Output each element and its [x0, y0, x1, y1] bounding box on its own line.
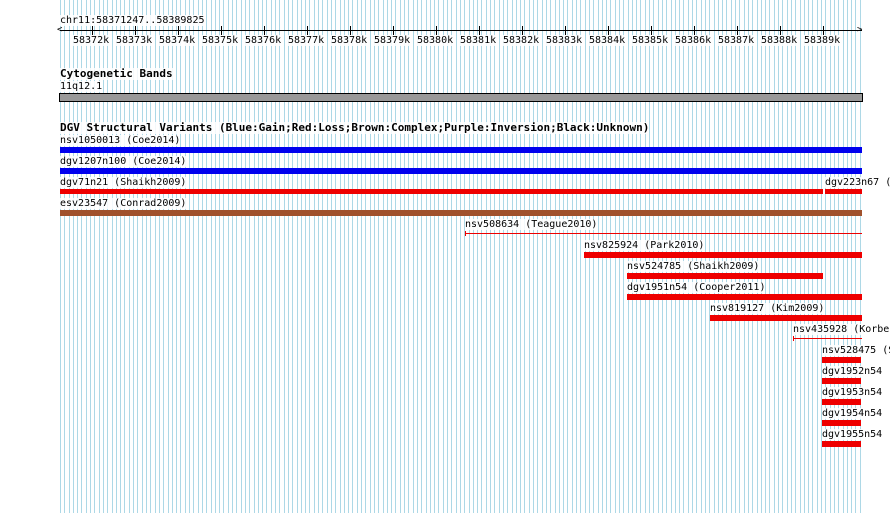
loss-variant-bar[interactable] — [627, 273, 823, 279]
gain-variant-bar[interactable] — [60, 168, 862, 174]
complex-variant-bar[interactable] — [60, 210, 862, 216]
ruler-tick-label: 58372k — [73, 35, 110, 46]
feature-label[interactable]: nsv524785 (Shaikh2009) — [627, 261, 760, 272]
ruler-tick-label: 58387k — [718, 35, 755, 46]
ruler-tick-label: 58384k — [589, 35, 626, 46]
ruler-tick-mark — [694, 26, 695, 35]
ruler-tick-label: 58389k — [804, 35, 841, 46]
ruler-tick-label: 58386k — [675, 35, 712, 46]
loss-variant-bar[interactable] — [710, 315, 862, 321]
dgv-track-title: DGV Structural Variants (Blue:Gain;Red:L… — [60, 121, 650, 134]
feature-label[interactable]: dgv1954n54 ( — [822, 408, 890, 419]
ruler-line — [60, 30, 862, 31]
ruler-tick-mark — [436, 26, 437, 35]
feature-label[interactable]: nsv528475 (S — [822, 345, 890, 356]
ruler-tick-mark — [221, 26, 222, 35]
loss-variant-bar[interactable] — [825, 189, 862, 194]
ruler-tick-label: 58374k — [159, 35, 196, 46]
feature-label[interactable]: nsv819127 (Kim2009) — [710, 303, 825, 314]
variant-start-cap — [793, 336, 794, 341]
loss-variant-bar[interactable] — [822, 420, 861, 426]
feature-label[interactable]: dgv71n21 (Shaikh2009) — [60, 177, 187, 188]
ruler-tick-label: 58382k — [503, 35, 540, 46]
gain-variant-bar[interactable] — [60, 147, 862, 153]
ruler-right-arrow-icon: > — [857, 25, 863, 35]
ruler-tick-label: 58376k — [245, 35, 282, 46]
ruler-tick-label: 58377k — [288, 35, 325, 46]
ruler-tick-label: 58375k — [202, 35, 239, 46]
feature-label[interactable]: nsv435928 (Korbe — [793, 324, 890, 335]
ruler-tick-label: 58373k — [116, 35, 153, 46]
variant-start-cap — [465, 231, 466, 236]
ruler-tick-label: 58383k — [546, 35, 583, 46]
cytoband-label: 11q12.1 — [60, 81, 103, 92]
position-label: chr11:58371247..58389825 — [60, 15, 205, 26]
ruler-tick-label: 58388k — [761, 35, 798, 46]
loss-variant-bar[interactable] — [822, 378, 861, 384]
feature-label[interactable]: dgv1953n54 ( — [822, 387, 890, 398]
ruler-tick-mark — [135, 26, 136, 35]
feature-label[interactable]: dgv1951n54 (Cooper2011) — [627, 282, 766, 293]
ruler-tick-mark — [307, 26, 308, 35]
ruler-tick-mark — [608, 26, 609, 35]
ruler-tick-mark — [178, 26, 179, 35]
loss-variant-bar[interactable] — [822, 399, 861, 405]
feature-label[interactable]: dgv1955n54 ( — [822, 429, 890, 440]
loss-variant-bar[interactable] — [584, 252, 862, 258]
ruler-tick-label: 58381k — [460, 35, 497, 46]
ruler-tick-label: 58379k — [374, 35, 411, 46]
feature-label[interactable]: nsv508634 (Teague2010) — [465, 219, 598, 230]
genome-browser-panel: chr11:58371247..58389825 < > 58372k 58373… — [0, 0, 890, 513]
ruler-left-arrow-icon: < — [57, 25, 63, 35]
loss-variant-bar[interactable] — [60, 189, 823, 194]
feature-label[interactable]: dgv1952n54 ( — [822, 366, 890, 377]
loss-variant-line[interactable] — [793, 338, 862, 339]
ruler-tick-mark — [823, 26, 824, 35]
ruler-tick-mark — [737, 26, 738, 35]
ruler-tick-mark — [92, 26, 93, 35]
feature-label[interactable]: esv23547 (Conrad2009) — [60, 198, 187, 209]
loss-variant-bar[interactable] — [627, 294, 862, 300]
ruler-tick-mark — [565, 26, 566, 35]
feature-label[interactable]: dgv1207n100 (Coe2014) — [60, 156, 187, 167]
ruler-tick-label: 58378k — [331, 35, 368, 46]
feature-label[interactable]: dgv223n67 ( — [825, 177, 890, 188]
ruler-tick-mark — [479, 26, 480, 35]
ruler-tick-mark — [651, 26, 652, 35]
ruler-tick-mark — [393, 26, 394, 35]
feature-label[interactable]: nsv825924 (Park2010) — [584, 240, 705, 251]
loss-variant-line[interactable] — [465, 233, 862, 234]
cytoband-bar[interactable] — [59, 93, 863, 102]
ruler-tick-mark — [264, 26, 265, 35]
ruler-tick-label: 58380k — [417, 35, 454, 46]
ruler-tick-mark — [780, 26, 781, 35]
ruler-tick-mark — [522, 26, 523, 35]
feature-label[interactable]: nsv1050013 (Coe2014) — [60, 135, 181, 146]
ruler-tick-mark — [350, 26, 351, 35]
loss-variant-bar[interactable] — [822, 441, 861, 447]
ruler-tick-label: 58385k — [632, 35, 669, 46]
loss-variant-bar[interactable] — [822, 357, 861, 363]
cytoband-track-title: Cytogenetic Bands — [60, 67, 173, 80]
